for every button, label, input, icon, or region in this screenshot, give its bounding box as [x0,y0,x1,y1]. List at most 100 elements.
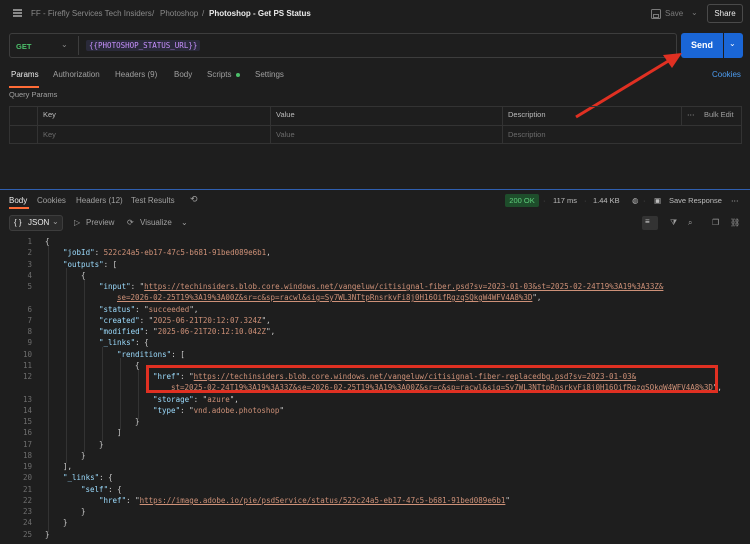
code-line: "_links": { [63,473,113,482]
save-button[interactable]: Save [665,9,683,18]
breadcrumb-collection[interactable]: Photoshop [160,9,198,18]
value-input[interactable]: Value [276,130,295,139]
wrap-icon: ≡ [645,217,650,226]
tab-response-headers[interactable]: Headers (12) [76,196,123,205]
link-icon[interactable]: ⛓ [730,218,740,227]
response-time[interactable]: 117 ms [553,196,577,205]
share-button[interactable]: Share [707,4,743,23]
line-number: 21 [22,485,32,494]
line-number: 25 [22,530,32,539]
more-icon[interactable]: ⋯ [687,110,695,119]
separator-dot: · [584,196,587,205]
breadcrumb-workspace[interactable]: FF - Firefly Services Tech Insiders [31,9,152,18]
line-number: 24 [22,518,32,527]
json-input-url[interactable]: https://techinsiders.blob.core.windows.n… [144,282,663,291]
separator-dot: · [643,196,646,205]
line-number: 23 [22,507,32,516]
cookies-link[interactable]: Cookies [712,70,741,79]
tab-params[interactable]: Params [11,70,39,79]
collection-icon [12,8,23,18]
code-line: "status": "succeeded", [99,305,199,314]
code-line: } [45,530,50,539]
query-params-label: Query Params [9,90,58,99]
code-line: "href": "https://image.adobe.io/pie/psdS… [99,496,510,505]
code-line: "renditions": [ [117,350,185,359]
highlight-box [146,365,718,393]
code-line: } [135,417,140,426]
line-number: 20 [22,473,32,482]
key-input[interactable]: Key [43,130,56,139]
line-number: 7 [27,316,32,325]
line-number: 10 [22,350,32,359]
response-size[interactable]: 1.44 KB [593,196,620,205]
visualize-icon[interactable]: ⟳ [127,218,134,227]
line-number: 6 [27,305,32,314]
code-line: } [63,518,68,527]
column-header-value: Value [276,110,295,119]
tab-response-body[interactable]: Body [9,196,27,205]
line-number: 4 [27,271,32,280]
save-icon[interactable] [651,9,661,19]
send-options-button[interactable]: ⌄ [724,33,743,58]
line-number: 17 [22,440,32,449]
save-response-button[interactable]: Save Response [669,196,722,205]
line-number: 14 [22,406,32,415]
line-number: 13 [22,395,32,404]
active-tab-indicator [9,86,39,88]
bulk-edit-button[interactable]: Bulk Edit [704,110,734,119]
tab-settings[interactable]: Settings [255,70,284,79]
line-number: 3 [27,260,32,269]
save-response-icon[interactable]: ▣ [654,196,661,205]
table-divider [681,106,682,125]
preview-button[interactable]: Preview [86,218,114,227]
play-icon[interactable]: ▷ [74,218,80,227]
visualize-button[interactable]: Visualize [140,218,172,227]
breadcrumb-separator: / [152,9,155,18]
code-line: } [81,451,86,460]
table-divider [270,106,271,144]
json-modified: 2025-06-21T20:12:10.042Z [157,327,267,336]
tab-test-results[interactable]: Test Results [131,196,175,205]
response-divider[interactable] [0,189,750,190]
network-icon[interactable]: ◍ [632,196,639,205]
status-badge[interactable]: 200 OK [505,194,539,207]
column-header-key: Key [43,110,56,119]
line-number: 1 [27,237,32,246]
json-input-url-cont[interactable]: se=2026-02-25T19%3A19%3A00Z&sr=c&sp=racw… [117,293,532,302]
chevron-down-icon[interactable]: ⌄ [691,8,698,17]
tab-authorization[interactable]: Authorization [53,70,100,79]
more-icon[interactable]: ⋯ [731,196,739,205]
description-input[interactable]: Description [508,130,546,139]
filter-icon[interactable]: ⧩ [670,218,677,228]
line-number: 2 [27,248,32,257]
code-line: "modified": "2025-06-21T20:12:10.042Z", [99,327,276,336]
history-icon[interactable]: ⟲ [190,194,198,205]
indent-guide [138,369,139,419]
chevron-down-icon: ⌄ [52,217,59,226]
line-number: 9 [27,338,32,347]
line-number: 19 [22,462,32,471]
line-number: 11 [22,361,32,370]
wrap-lines-button[interactable]: ≡ [642,216,658,230]
line-number: 18 [22,451,32,460]
chevron-down-icon[interactable]: ⌄ [181,218,188,227]
code-line: } [99,440,104,449]
table-divider [9,125,742,126]
code-line: se=2026-02-25T19%3A19%3A00Z&sr=c&sp=racw… [117,293,542,302]
json-self-href[interactable]: https://image.adobe.io/pie/psdService/st… [140,496,506,505]
tab-response-cookies[interactable]: Cookies [37,196,66,205]
tab-body[interactable]: Body [174,70,192,79]
indent-guide [48,245,49,532]
tab-scripts[interactable]: Scripts [207,70,231,79]
method-select[interactable]: GET [16,42,31,51]
separator-dot: · [543,196,546,205]
scripts-indicator-dot [236,73,240,77]
copy-icon[interactable]: ❐ [712,218,719,227]
json-status: succeeded [148,305,190,314]
chevron-down-icon[interactable]: ⌄ [61,40,68,49]
url-input[interactable]: {{PHOTOSHOP_STATUS_URL}} [86,40,201,51]
braces-icon: { } [14,218,22,227]
tab-headers[interactable]: Headers (9) [115,70,157,79]
search-icon[interactable]: ⌕ [688,218,692,228]
indent-guide [66,268,67,463]
